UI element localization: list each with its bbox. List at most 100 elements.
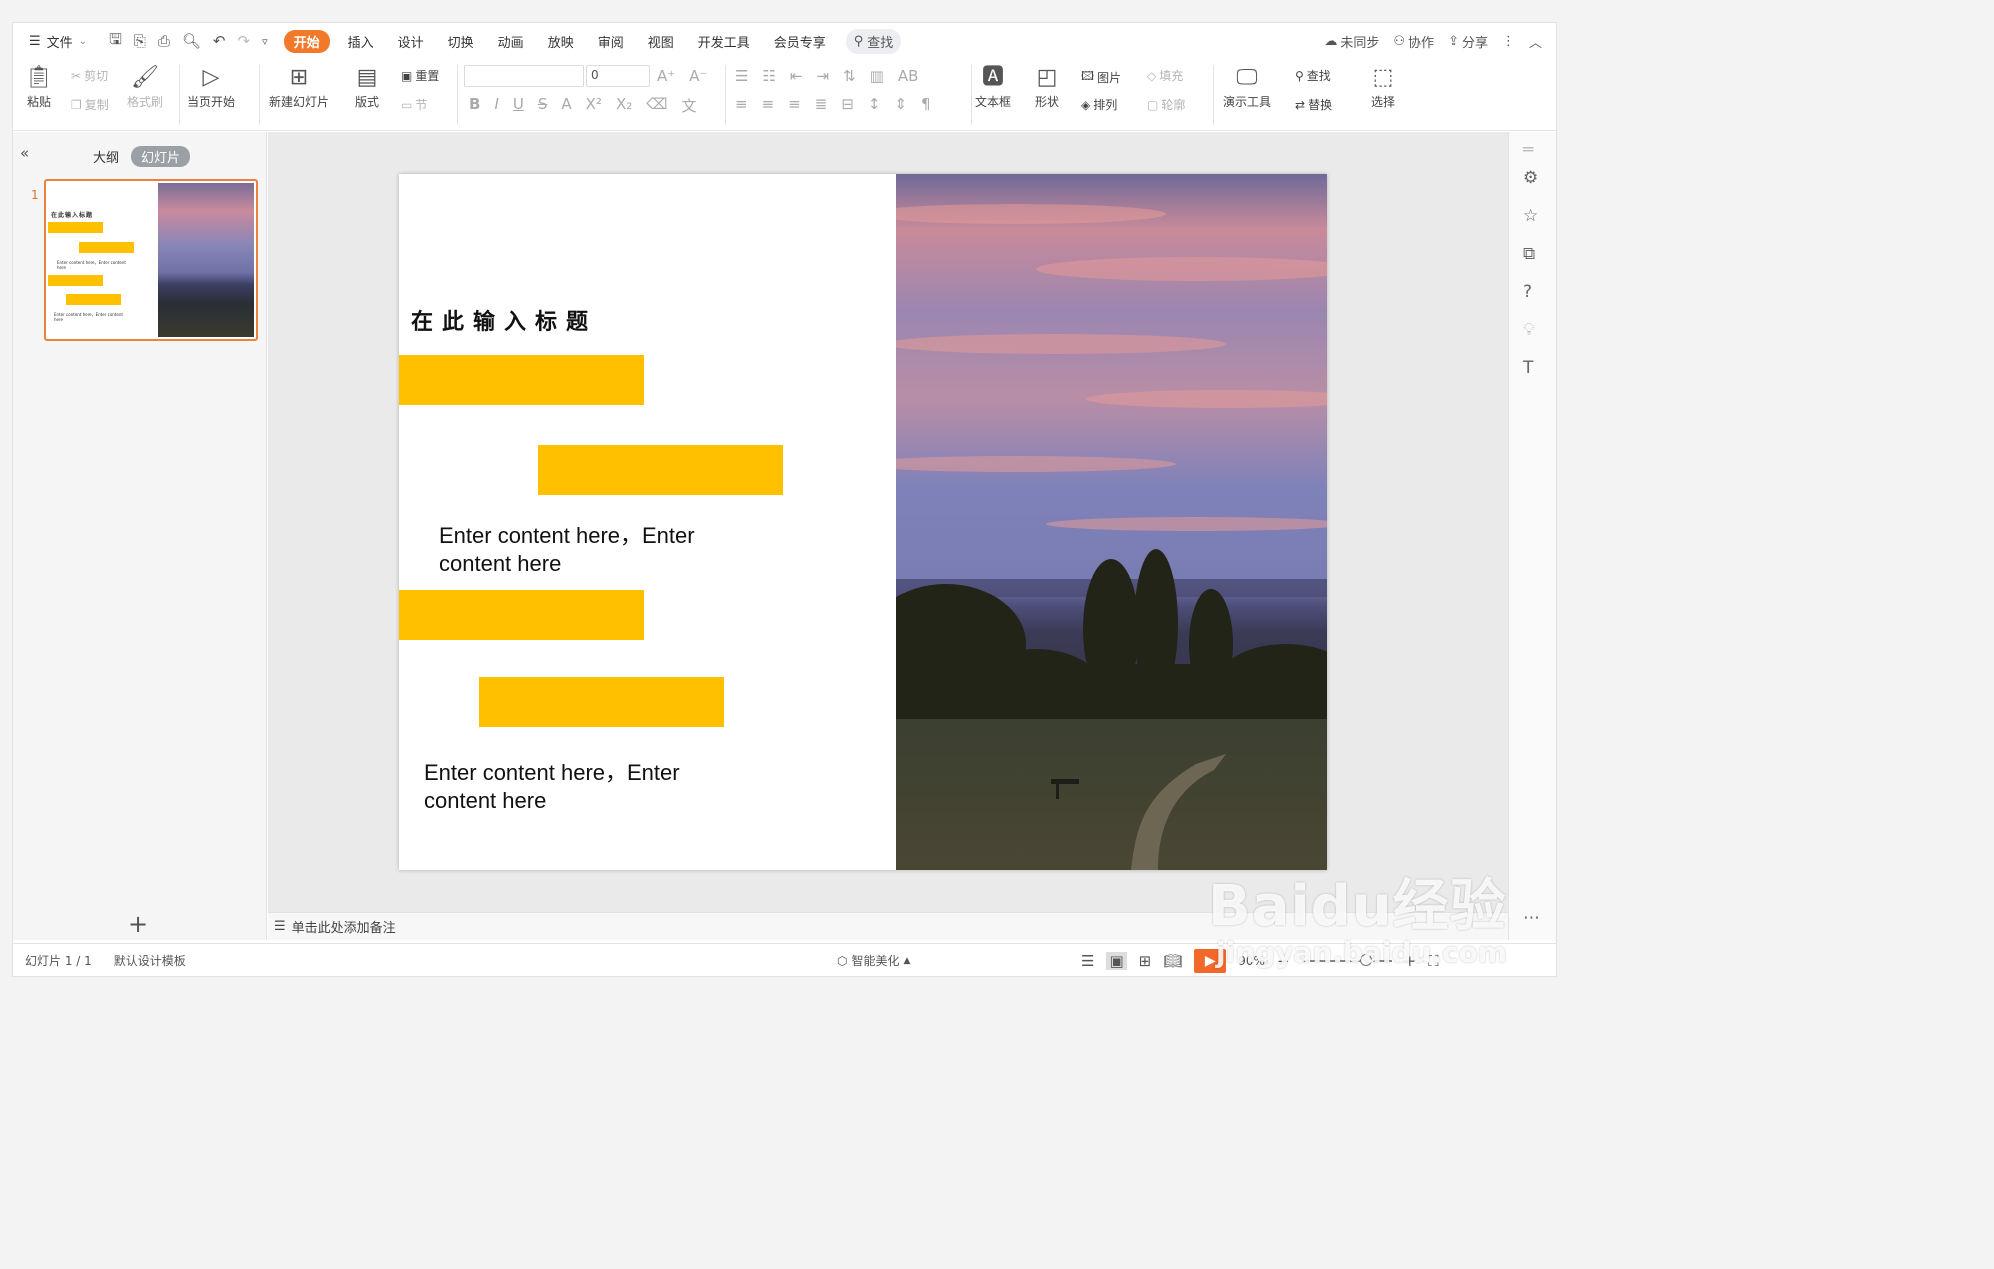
justify-icon[interactable]: ≣ [815,95,828,113]
reading-view-icon[interactable]: 📖︎ [1163,952,1182,970]
play-current-button[interactable]: ▷ 当页开始 [187,63,235,110]
slide-title[interactable]: 在此输入标题 [411,304,597,336]
zoom-slider[interactable] [1301,953,1392,966]
tab-home[interactable]: 开始 [283,29,330,53]
align-left-icon[interactable]: ≡ [735,95,748,113]
paragraph-spacing-icon[interactable]: ⇕ [894,95,907,113]
bullet-list-icon[interactable]: ☰ [735,67,748,85]
strikethrough-icon[interactable]: S [538,95,548,116]
pinyin-icon[interactable]: 文 [681,95,696,116]
print-icon[interactable]: ⎙ [158,32,170,50]
transition-icon[interactable]: ⧉ [1523,244,1535,264]
more-icon[interactable]: ⋮ [1502,34,1515,49]
zoom-level[interactable]: 90% [1238,954,1265,968]
star-icon[interactable]: ☆ [1523,206,1538,226]
normal-view-icon[interactable]: ▣ [1106,951,1127,970]
superscript-icon[interactable]: X² [586,95,602,116]
export-icon[interactable]: ⎘ [134,32,146,50]
undo-icon[interactable]: ↶ [213,32,226,50]
tab-transitions[interactable]: 切换 [436,32,486,51]
tab-outline[interactable]: 大纲 [93,147,119,166]
smart-beautify-button[interactable]: ⬡ 智能美化 ▲ [837,952,910,969]
tab-review[interactable]: 审阅 [586,32,636,51]
layout-button[interactable]: ▤ 版式 [355,63,379,110]
italic-icon[interactable]: I [494,95,498,116]
notes-pane[interactable]: ☰ 单击此处添加备注 [268,912,1508,940]
content-text-2[interactable]: Enter content here，Enter content here [424,759,724,815]
lightbulb-icon[interactable]: 💡︎ [1523,320,1535,340]
subscript-icon[interactable]: X₂ [616,95,632,116]
select-button[interactable]: ⬚ 选择 [1371,63,1395,110]
bold-icon[interactable]: B [469,95,480,116]
more-options-icon[interactable]: ⋯ [1523,908,1540,928]
distribute-icon[interactable]: ⊟ [841,95,854,113]
zoom-in-icon[interactable]: + [1404,952,1417,970]
tab-design[interactable]: 设计 [386,32,436,51]
format-painter-button[interactable]: 🖌︎ 格式刷 [127,63,163,110]
save-icon[interactable]: 🖫 [109,29,122,54]
tab-slides[interactable]: 幻灯片 [131,146,191,167]
font-size-select[interactable]: 0 [586,65,650,87]
collab-button[interactable]: ⚇ 协作 [1393,32,1434,51]
template-name[interactable]: 默认设计模板 [114,952,186,969]
help-icon[interactable]: ? [1523,282,1532,302]
slide-thumbnail[interactable]: 在此输入标题 Enter content here，Enter content … [44,179,258,341]
picture-button[interactable]: 🖾 图片 [1081,67,1121,88]
adjust-icon[interactable]: ⚙ [1523,168,1538,188]
fit-window-icon[interactable]: ⛶ [1428,952,1439,970]
share-button[interactable]: ⇪ 分享 [1448,32,1488,51]
notes-toggle-icon[interactable]: ☰ [1081,952,1094,970]
tab-slideshow[interactable]: 放映 [536,32,586,51]
section-button[interactable]: ▭ 节 [401,96,427,113]
redo-icon[interactable]: ↷ [238,32,251,50]
numbered-list-icon[interactable]: ☷ [762,67,775,85]
play-slideshow-button[interactable]: ▶ [1194,948,1227,973]
tab-animations[interactable]: 动画 [486,32,536,51]
font-color-icon[interactable]: A [561,95,571,116]
underline-icon[interactable]: U [513,95,524,116]
grow-font-icon[interactable]: A⁺ [657,67,675,85]
align-right-icon[interactable]: ≡ [788,95,801,113]
decrease-indent-icon[interactable]: ⇤ [790,67,803,85]
align-center-icon[interactable]: ≡ [762,95,775,113]
columns-icon[interactable]: ▥ [870,67,884,85]
arrange-button[interactable]: ◈ 排列 [1081,96,1117,113]
present-tools-button[interactable]: 🖵 演示工具 [1223,63,1271,110]
zoom-out-icon[interactable]: − [1277,952,1290,970]
shrink-font-icon[interactable]: A⁻ [689,67,707,85]
new-slide-button[interactable]: ⊞ 新建幻灯片 [269,63,329,110]
yellow-bar-2[interactable] [538,445,783,495]
paragraph-settings-icon[interactable]: ¶ [921,95,931,113]
clear-format-icon[interactable]: ⌫ [646,95,667,116]
find-button[interactable]: ⚲ 查找 [1295,67,1331,84]
add-slide-icon[interactable]: + [128,910,148,938]
replace-button[interactable]: ⇄ 替换 [1295,96,1332,113]
tab-developer[interactable]: 开发工具 [686,32,762,51]
yellow-bar-1[interactable] [399,355,644,405]
sync-status[interactable]: ☁ 未同步 [1324,32,1379,51]
cut-button[interactable]: ✂ 剪切 [71,67,108,84]
customize-dropdown-icon[interactable]: ▿ [262,35,268,48]
collapse-panel-icon[interactable]: « [20,144,29,162]
tab-membership[interactable]: 会员专享 [762,32,838,51]
collapse-ribbon-icon[interactable]: ︿ [1529,32,1542,51]
yellow-bar-4[interactable] [479,677,724,727]
outline-button[interactable]: ▢ 轮廓 [1147,96,1185,113]
textbox-button[interactable]: 🅰︎ 文本框 [975,63,1011,110]
content-text-1[interactable]: Enter content here，Enter content here [439,522,739,578]
text-direction-icon[interactable]: ⇅ [843,67,856,85]
slide[interactable]: 在此输入标题 Enter content here，Enter content … [399,174,1327,870]
paste-button[interactable]: 📋︎ 粘贴 [25,63,53,110]
font-family-select[interactable] [464,65,584,87]
file-menu[interactable]: ☰ 文件 ⌄ [13,32,99,51]
reset-button[interactable]: ▣ 重置 [401,67,439,84]
text-fit-icon[interactable]: AB [898,67,919,85]
slide-sorter-icon[interactable]: ⊞ [1139,952,1152,970]
search-command[interactable]: ⚲ 查找 [845,28,902,54]
zoom-slider-knob[interactable] [1359,953,1372,966]
tab-insert[interactable]: 插入 [336,32,386,51]
copy-button[interactable]: ❐ 复制 [71,96,109,113]
tab-view[interactable]: 视图 [636,32,686,51]
text-icon[interactable]: T [1523,358,1533,378]
shape-button[interactable]: ◰ 形状 [1035,63,1059,110]
